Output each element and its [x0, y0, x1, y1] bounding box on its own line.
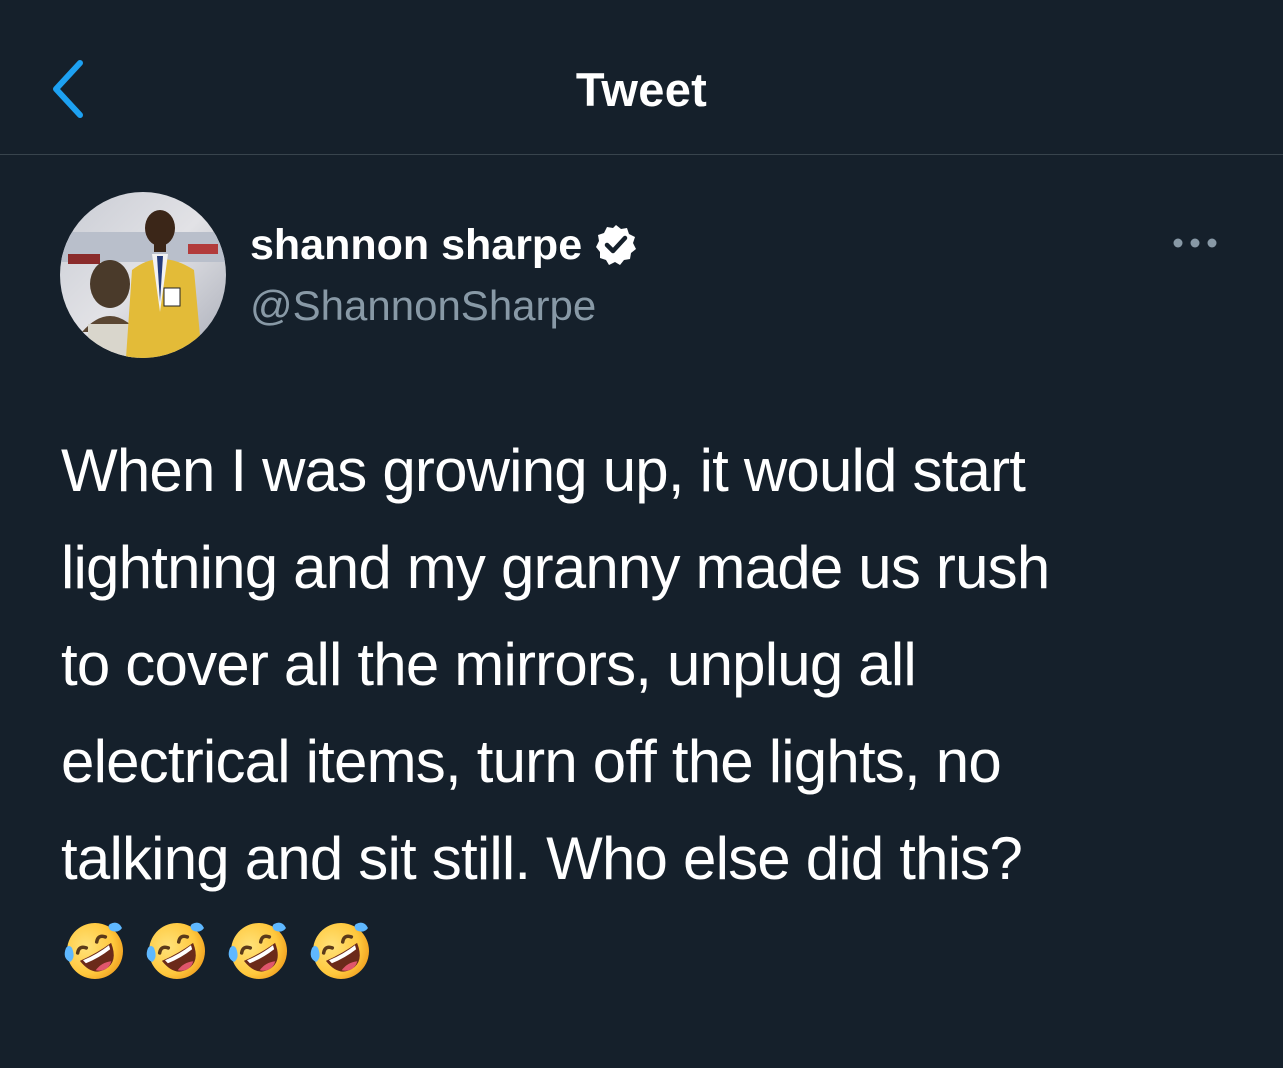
author-name-row[interactable]: shannon sharpe	[250, 216, 638, 274]
top-bar: Tweet	[0, 0, 1283, 155]
author-handle[interactable]: @ShannonSharpe	[250, 278, 596, 334]
rolling-on-floor-laughing-emoji	[62, 918, 128, 984]
page-title: Tweet	[575, 63, 708, 116]
rolling-on-floor-laughing-emoji	[144, 918, 210, 984]
verified-badge-icon	[594, 223, 638, 267]
rolling-on-floor-laughing-emoji	[226, 918, 292, 984]
more-options-button[interactable]	[1168, 226, 1224, 260]
emoji-row	[62, 918, 374, 984]
author-name: shannon sharpe	[250, 221, 583, 269]
avatar-image	[60, 192, 226, 358]
tweet-text: When I was growing up, it would start li…	[61, 437, 1050, 892]
rolling-on-floor-laughing-emoji	[308, 918, 374, 984]
more-horizontal-icon	[1173, 238, 1217, 248]
avatar[interactable]	[60, 192, 226, 358]
